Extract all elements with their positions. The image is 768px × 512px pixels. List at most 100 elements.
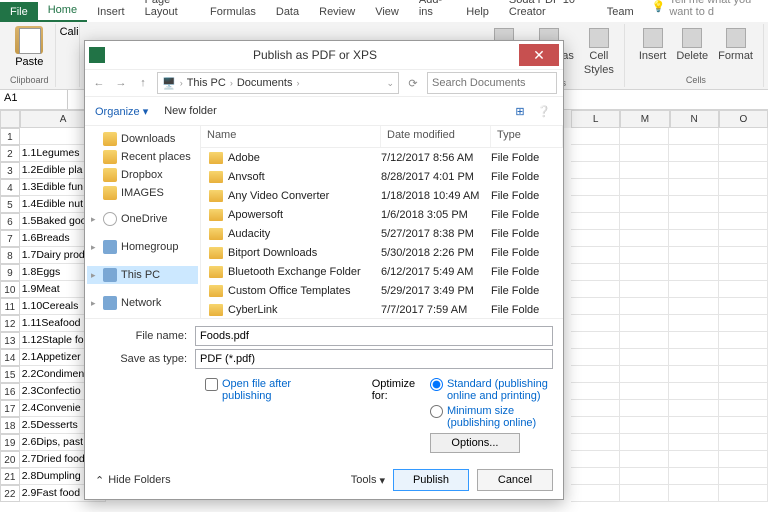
- optimize-minimum-radio[interactable]: Minimum size (publishing online): [430, 405, 553, 429]
- row-header[interactable]: 5: [0, 196, 20, 213]
- cell[interactable]: [571, 349, 620, 366]
- row-header[interactable]: 2: [0, 145, 20, 162]
- cell[interactable]: [571, 264, 620, 281]
- cell[interactable]: [669, 485, 718, 502]
- file-name-input[interactable]: [195, 326, 553, 346]
- tab-page-layout[interactable]: Page Layout: [135, 0, 200, 22]
- tab-sodapdf[interactable]: Soda PDF 10 Creator: [499, 0, 597, 22]
- tree-root-item[interactable]: ▸This PC: [87, 266, 198, 284]
- cell[interactable]: [571, 485, 620, 502]
- save-as-type-select[interactable]: [195, 349, 553, 369]
- cell[interactable]: [669, 145, 718, 162]
- cell[interactable]: [669, 264, 718, 281]
- col-header-m[interactable]: M: [620, 110, 669, 128]
- cell[interactable]: [719, 196, 768, 213]
- up-button[interactable]: ↑: [135, 75, 151, 91]
- file-row[interactable]: Any Video Converter1/18/2018 10:49 AMFil…: [201, 186, 563, 205]
- tree-item[interactable]: IMAGES: [87, 184, 198, 202]
- file-row[interactable]: Anvsoft8/28/2017 4:01 PMFile Folde: [201, 167, 563, 186]
- cell[interactable]: [571, 196, 620, 213]
- cell[interactable]: [620, 179, 669, 196]
- cell[interactable]: [571, 247, 620, 264]
- row-header[interactable]: 1: [0, 128, 20, 145]
- cell[interactable]: [620, 400, 669, 417]
- cell[interactable]: [719, 366, 768, 383]
- col-header-l[interactable]: L: [571, 110, 620, 128]
- cell[interactable]: [620, 383, 669, 400]
- name-box[interactable]: A1: [0, 90, 68, 109]
- back-button[interactable]: ←: [91, 75, 107, 91]
- col-header-o[interactable]: O: [719, 110, 768, 128]
- cell[interactable]: [719, 128, 768, 145]
- cell[interactable]: [571, 451, 620, 468]
- cell-styles-button[interactable]: CellStyles: [580, 26, 618, 78]
- cell[interactable]: [719, 332, 768, 349]
- delete-cells-button[interactable]: Delete: [672, 26, 712, 64]
- cell[interactable]: [719, 400, 768, 417]
- format-cells-button[interactable]: Format: [714, 26, 757, 64]
- cell[interactable]: [669, 315, 718, 332]
- insert-cells-button[interactable]: Insert: [635, 26, 671, 64]
- cell[interactable]: [669, 366, 718, 383]
- cell[interactable]: [669, 179, 718, 196]
- row-header[interactable]: 3: [0, 162, 20, 179]
- row-header[interactable]: 20: [0, 451, 20, 468]
- cell[interactable]: [571, 366, 620, 383]
- cell[interactable]: [669, 468, 718, 485]
- cell[interactable]: [719, 264, 768, 281]
- file-row[interactable]: Apowersoft1/6/2018 3:05 PMFile Folde: [201, 205, 563, 224]
- cell[interactable]: [620, 366, 669, 383]
- tab-review[interactable]: Review: [309, 2, 365, 22]
- cell[interactable]: [719, 281, 768, 298]
- view-options-icon[interactable]: ⊞: [511, 102, 529, 120]
- row-header[interactable]: 14: [0, 349, 20, 366]
- row-header[interactable]: 12: [0, 315, 20, 332]
- new-folder-button[interactable]: New folder: [164, 105, 217, 117]
- publish-button[interactable]: Publish: [393, 469, 469, 491]
- cell[interactable]: [620, 145, 669, 162]
- cancel-button[interactable]: Cancel: [477, 469, 553, 491]
- cell[interactable]: [719, 213, 768, 230]
- cell[interactable]: [669, 349, 718, 366]
- tree-item[interactable]: Dropbox: [87, 166, 198, 184]
- tab-help[interactable]: Help: [456, 2, 499, 22]
- cell[interactable]: [719, 145, 768, 162]
- cell[interactable]: [669, 281, 718, 298]
- cell[interactable]: [620, 349, 669, 366]
- tree-item[interactable]: Recent places: [87, 148, 198, 166]
- row-header[interactable]: 6: [0, 213, 20, 230]
- row-header[interactable]: 21: [0, 468, 20, 485]
- cell[interactable]: [719, 315, 768, 332]
- tab-home[interactable]: Home: [38, 0, 87, 22]
- tab-insert[interactable]: Insert: [87, 2, 135, 22]
- cell[interactable]: [571, 213, 620, 230]
- paste-button[interactable]: Paste: [15, 56, 43, 68]
- forward-button[interactable]: →: [113, 75, 129, 91]
- cell[interactable]: [620, 247, 669, 264]
- organize-button[interactable]: Organize ▾: [95, 105, 148, 118]
- cell[interactable]: [719, 451, 768, 468]
- cell[interactable]: [571, 298, 620, 315]
- cell[interactable]: [571, 145, 620, 162]
- tab-file[interactable]: File: [0, 2, 38, 22]
- cell[interactable]: [620, 213, 669, 230]
- cell[interactable]: [669, 162, 718, 179]
- cell[interactable]: [719, 485, 768, 502]
- cell[interactable]: [669, 298, 718, 315]
- cell[interactable]: [620, 417, 669, 434]
- options-button[interactable]: Options...: [430, 433, 520, 453]
- cell[interactable]: [571, 400, 620, 417]
- cell[interactable]: [719, 417, 768, 434]
- tab-addins[interactable]: Add-ins: [409, 0, 456, 22]
- cell[interactable]: [571, 162, 620, 179]
- tree-root-item[interactable]: ▸Homegroup: [87, 238, 198, 256]
- cell[interactable]: [620, 230, 669, 247]
- tree-item[interactable]: Downloads: [87, 130, 198, 148]
- cell[interactable]: [620, 332, 669, 349]
- row-header[interactable]: 19: [0, 434, 20, 451]
- cell[interactable]: [620, 298, 669, 315]
- tab-team[interactable]: Team: [597, 2, 644, 22]
- cell[interactable]: [669, 400, 718, 417]
- chevron-down-icon[interactable]: ⌄: [386, 78, 394, 89]
- col-header-n[interactable]: N: [670, 110, 719, 128]
